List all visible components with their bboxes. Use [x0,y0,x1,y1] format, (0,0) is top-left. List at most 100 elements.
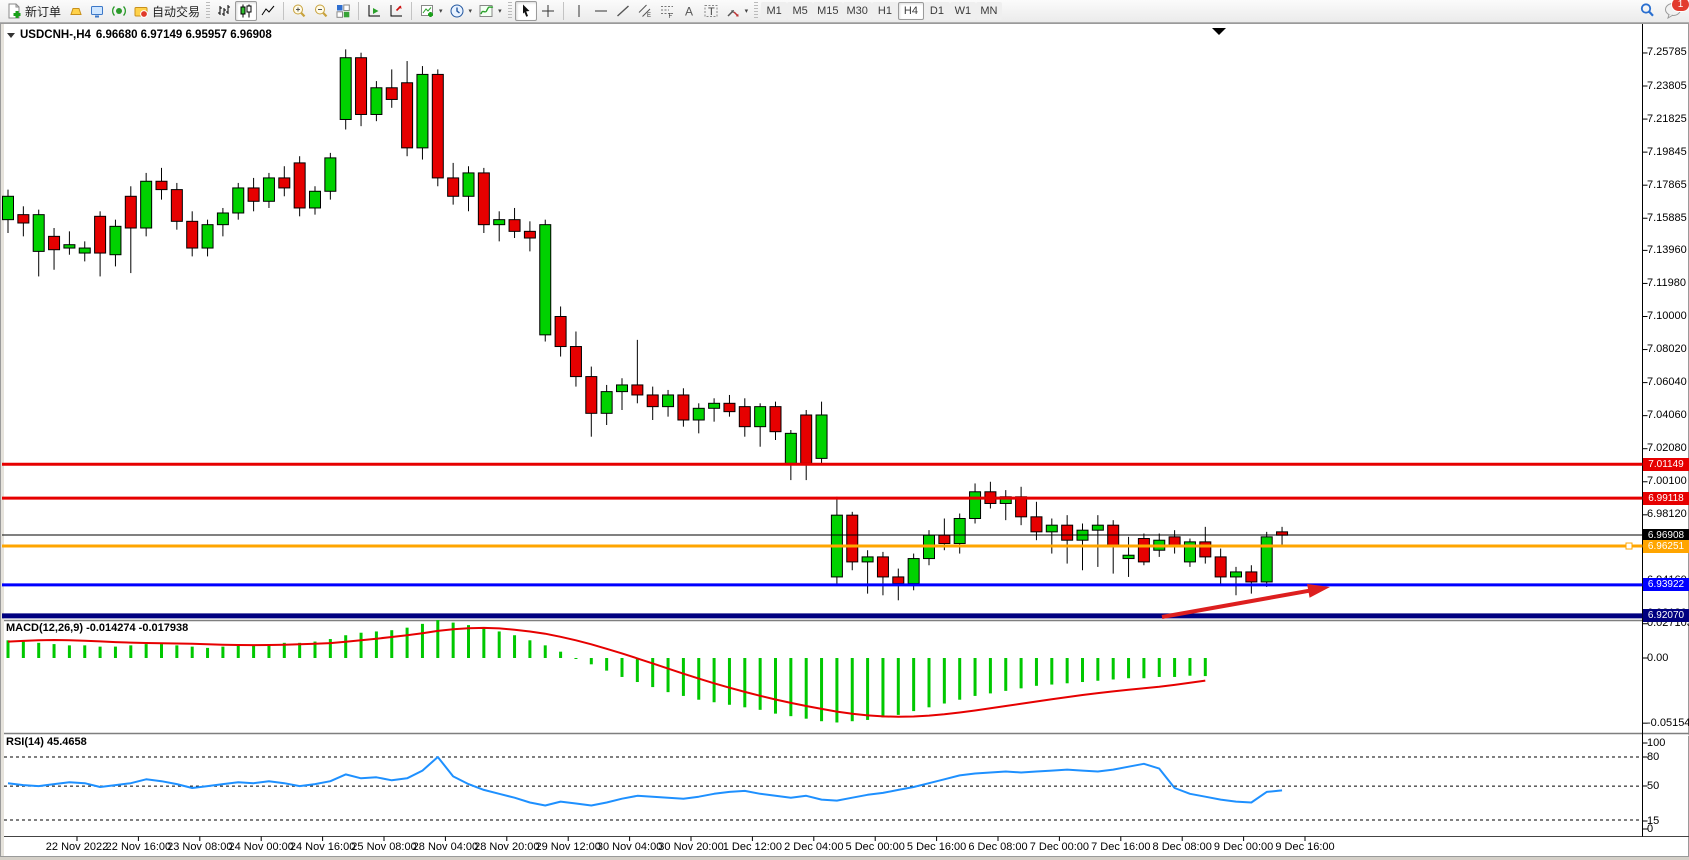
macd-histogram-bar [37,643,40,658]
candle-body [279,178,290,188]
annotation-arrow[interactable] [1162,590,1312,617]
candlestick-chart-button[interactable] [235,1,257,21]
svg-text:T: T [708,6,715,18]
trendline-button[interactable] [612,1,634,21]
candle-body [310,191,321,208]
toolbar-separator [563,2,564,20]
text-label-icon: T [703,3,719,19]
macd-histogram-bar [99,647,102,658]
macd-histogram-bar [191,647,194,658]
macd-histogram-bar [881,658,884,717]
macd-histogram-bar [1112,658,1115,679]
bar-chart-button[interactable] [213,1,235,21]
arrows-button[interactable]: ▾ [722,1,752,21]
candle-body [417,74,428,147]
candle-body [1123,555,1134,558]
candle-body [1231,572,1242,577]
chart-shift-marker[interactable] [1212,28,1226,35]
chart-shift-button[interactable] [363,1,385,21]
macd-histogram-bar [590,658,593,664]
candle-body [156,181,167,189]
timeframe-m5-button[interactable]: M5 [787,2,813,20]
candle-body [755,407,766,427]
candle-body [371,88,382,115]
notifications-button[interactable]: 1 [1664,1,1683,19]
timeframe-mn-button[interactable]: MN [976,2,1002,20]
macd-histogram-bar [406,628,409,658]
periods-button[interactable]: ▾ [446,1,476,21]
chevron-down-icon: ▾ [469,7,473,15]
macd-histogram-bar [928,658,931,707]
macd-histogram-bar [1188,658,1191,676]
macd-histogram-bar [498,631,501,658]
autotrading-button[interactable]: 自动交易 [130,1,203,21]
candle-body [217,213,228,225]
crosshair-icon [540,3,556,19]
timeframe-d1-button[interactable]: D1 [924,2,950,20]
equidistant-channel-button[interactable]: E [634,1,656,21]
macd-histogram-bar [1004,658,1007,691]
candle-body [463,173,474,196]
timeframe-h4-button[interactable]: H4 [898,2,924,20]
broadcast-button[interactable] [108,1,130,21]
timeframe-m15-button[interactable]: M15 [813,2,842,20]
timeframe-m1-button[interactable]: M1 [761,2,787,20]
candle-body [494,220,505,225]
candle-body [64,245,75,248]
rsi-line [8,757,1282,806]
gold-nugget-button[interactable] [64,1,86,21]
candle-body [3,196,14,219]
horizontal-line-button[interactable] [590,1,612,21]
timeframe-w1-button[interactable]: W1 [950,2,976,20]
macd-histogram-bar [1035,658,1038,686]
macd-histogram-bar [513,635,516,658]
timeframe-m30-button[interactable]: M30 [843,2,872,20]
candle-body [632,385,643,395]
candle-body [49,236,60,249]
tile-windows-icon [335,3,351,19]
candle-body [79,248,90,253]
macd-histogram-bar [667,658,670,692]
macd-histogram-bar [482,628,485,658]
macd-histogram-bar [1127,658,1130,678]
vertical-line-button[interactable] [568,1,590,21]
text-label-button[interactable]: T [700,1,722,21]
candle-body [908,559,919,584]
candle-body [1016,497,1027,517]
candle-body [862,557,873,562]
macd-histogram-bar [83,645,86,658]
candle-body [1092,525,1103,530]
macd-histogram-bar [175,645,178,658]
macd-histogram-bar [467,625,470,658]
candle-body [893,577,904,584]
line-chart-button[interactable] [257,1,279,21]
terminal-button[interactable] [86,1,108,21]
timeframe-h1-button[interactable]: H1 [872,2,898,20]
terminal-icon [89,3,105,19]
macd-histogram-bar [636,658,639,682]
candlestick-chart-icon [238,3,254,19]
candle-body [1215,557,1226,577]
tile-windows-button[interactable] [332,1,354,21]
new-order-button[interactable]: 新订单 [3,1,64,21]
line-drag-handle[interactable] [1626,543,1632,549]
search-icon[interactable] [1638,1,1656,19]
zoom-in-button[interactable] [288,1,310,21]
text-button[interactable]: A [678,1,700,21]
gold-nugget-icon [67,3,83,19]
indicators-button[interactable]: ▾ [475,1,505,21]
zoom-out-button[interactable] [310,1,332,21]
vertical-line-icon [571,3,587,19]
cursor-button[interactable] [515,1,537,21]
fibonacci-button[interactable]: F [656,1,678,21]
chart-canvas[interactable] [0,0,1689,860]
crosshair-button[interactable] [537,1,559,21]
new-chart-button[interactable]: ▾ [416,1,446,21]
macd-histogram-bar [1066,658,1069,683]
candle-body [509,220,520,232]
auto-scroll-button[interactable] [385,1,407,21]
chevron-down-icon: ▾ [439,7,443,15]
candle-body [739,407,750,427]
new-chart-icon [419,3,435,19]
candle-body [202,225,213,248]
